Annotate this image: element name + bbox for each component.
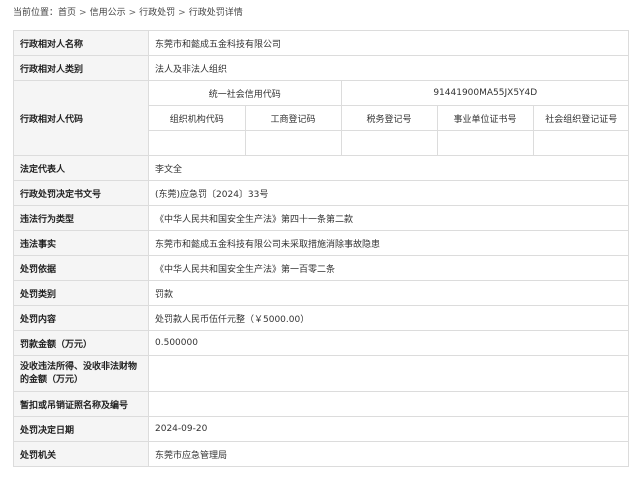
row-label: 处罚依据	[13, 255, 149, 281]
table-row: 违法事实 东莞市和懿成五金科技有限公司未采取措施消除事故隐患	[13, 230, 629, 256]
breadcrumb-current: 行政处罚详情	[188, 8, 243, 18]
table-row: 违法行为类型 《中华人民共和国安全生产法》第四十一条第二款	[13, 205, 629, 231]
table-row: 处罚机关 东莞市应急管理局	[13, 441, 629, 467]
code-cell: 统一社会信用代码 91441900MA55JX5Y4D 组织机构代码 工商登记码…	[148, 80, 629, 156]
tax-reg-value	[340, 130, 438, 155]
row-value: 东莞市和懿成五金科技有限公司未采取措施消除事故隐患	[148, 230, 629, 256]
row-value: 0.500000	[148, 330, 629, 356]
org-code-label: 组织机构代码	[149, 105, 246, 131]
row-label: 行政相对人代码	[13, 80, 149, 156]
table-row: 行政相对人代码 统一社会信用代码 91441900MA55JX5Y4D 组织机构…	[13, 80, 629, 156]
code-subtable: 统一社会信用代码 91441900MA55JX5Y4D 组织机构代码 工商登记码…	[149, 81, 628, 155]
org-code-value	[149, 130, 246, 155]
row-value: 罚款	[148, 280, 629, 306]
row-label: 违法行为类型	[13, 205, 149, 231]
table-row: 处罚类别 罚款	[13, 280, 629, 306]
institution-cert-label: 事业单位证书号	[436, 105, 534, 131]
breadcrumb-separator: >	[178, 8, 186, 18]
penalty-detail-table: 行政相对人名称 东莞市和懿成五金科技有限公司 行政相对人类别 法人及非法人组织 …	[13, 30, 629, 467]
business-reg-label: 工商登记码	[244, 105, 342, 131]
row-value	[148, 391, 629, 417]
breadcrumb-separator: >	[79, 8, 87, 18]
business-reg-value	[244, 130, 342, 155]
table-row: 法定代表人 李文全	[13, 155, 629, 181]
row-value: 处罚款人民币伍仟元整（￥5000.00）	[148, 305, 629, 331]
breadcrumb-penalty-link[interactable]: 行政处罚	[139, 8, 175, 18]
row-value: 2024-09-20	[148, 416, 629, 442]
tax-reg-label: 税务登记号	[340, 105, 438, 131]
row-label: 处罚类别	[13, 280, 149, 306]
table-row: 没收违法所得、没收非法财物的金额（万元）	[13, 355, 629, 392]
breadcrumb-separator: >	[128, 8, 137, 18]
row-label: 处罚机关	[13, 441, 149, 467]
social-org-reg-label: 社会组织登记证号	[532, 105, 628, 131]
table-row: 处罚内容 处罚款人民币伍仟元整（￥5000.00）	[13, 305, 629, 331]
row-value: 李文全	[148, 155, 629, 181]
row-label: 行政相对人名称	[13, 30, 149, 56]
row-value: 《中华人民共和国安全生产法》第四十一条第二款	[148, 205, 629, 231]
row-value: (东莞)应急罚〔2024〕33号	[148, 180, 629, 206]
uscc-label: 统一社会信用代码	[149, 81, 342, 106]
row-value: 《中华人民共和国安全生产法》第一百零二条	[148, 255, 629, 281]
row-label: 法定代表人	[13, 155, 149, 181]
table-row: 行政相对人名称 东莞市和懿成五金科技有限公司	[13, 30, 629, 56]
breadcrumb-credit-link[interactable]: 信用公示	[90, 8, 126, 18]
row-value	[148, 355, 629, 392]
row-label: 行政处罚决定书文号	[13, 180, 149, 206]
social-org-reg-value	[532, 130, 628, 155]
breadcrumb: 当前位置：首页 > 信用公示 > 行政处罚 > 行政处罚详情	[0, 0, 640, 26]
uscc-value: 91441900MA55JX5Y4D	[340, 81, 628, 106]
table-row: 行政相对人类别 法人及非法人组织	[13, 55, 629, 81]
breadcrumb-prefix: 当前位置：	[13, 8, 59, 18]
table-row: 罚款金额（万元） 0.500000	[13, 330, 629, 356]
row-label: 行政相对人类别	[13, 55, 149, 81]
row-value: 东莞市应急管理局	[148, 441, 629, 467]
table-row: 行政处罚决定书文号 (东莞)应急罚〔2024〕33号	[13, 180, 629, 206]
row-label: 处罚内容	[13, 305, 149, 331]
row-label: 暂扣或吊销证照名称及编号	[13, 391, 149, 417]
row-value: 东莞市和懿成五金科技有限公司	[148, 30, 629, 56]
row-label: 没收违法所得、没收非法财物的金额（万元）	[13, 355, 149, 392]
table-row: 处罚决定日期 2024-09-20	[13, 416, 629, 442]
row-label: 处罚决定日期	[13, 416, 149, 442]
breadcrumb-home-link[interactable]: 首页	[58, 8, 76, 18]
row-label: 违法事实	[13, 230, 149, 256]
row-value: 法人及非法人组织	[148, 55, 629, 81]
table-row: 处罚依据 《中华人民共和国安全生产法》第一百零二条	[13, 255, 629, 281]
row-label: 罚款金额（万元）	[13, 330, 149, 356]
institution-cert-value	[436, 130, 534, 155]
table-row: 暂扣或吊销证照名称及编号	[13, 391, 629, 417]
